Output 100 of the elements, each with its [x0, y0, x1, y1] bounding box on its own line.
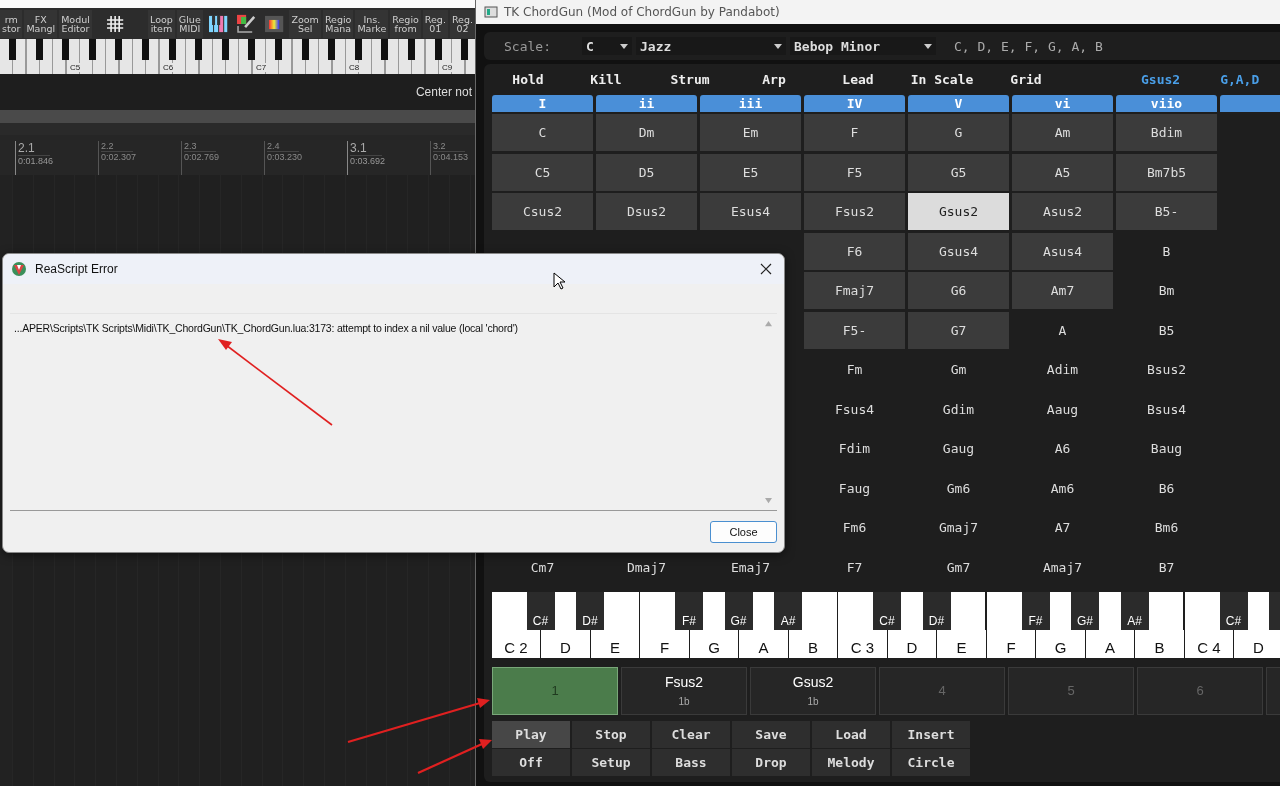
chord-button[interactable]: Baug — [1116, 430, 1217, 467]
chord-button[interactable]: Asus2 — [1012, 193, 1113, 230]
chord-button[interactable]: Csus2 — [492, 193, 593, 230]
chord-button[interactable]: F6 — [804, 232, 905, 270]
chord-button[interactable]: Dmaj7 — [596, 548, 697, 586]
chord-button[interactable]: Cm7 — [492, 548, 593, 586]
toggle-button[interactable]: In Scale — [900, 71, 984, 87]
toolbar-button[interactable]: Glue MIDI — [176, 9, 203, 38]
piano-sharp-key[interactable]: D# — [576, 591, 604, 630]
chord-button[interactable]: D5 — [596, 153, 697, 191]
close-button[interactable]: Close — [710, 521, 777, 543]
piano-sharp-key[interactable]: C# — [526, 591, 555, 630]
chord-button[interactable]: G — [908, 114, 1009, 151]
toolbar-button[interactable]: Ins. Marke — [355, 9, 389, 38]
piano-sharp-key[interactable]: C# — [873, 591, 901, 630]
chord-button[interactable]: Fm — [804, 351, 905, 388]
chord-slot[interactable]: Fsus2 1b — [621, 666, 747, 715]
chord-button[interactable]: Amaj7 — [1012, 548, 1113, 586]
chord-button[interactable]: Gm7 — [908, 548, 1009, 586]
chord-button[interactable]: Faug — [804, 469, 905, 507]
piano-sharp-key[interactable]: F# — [675, 591, 703, 630]
piano-sharp-key[interactable]: F# — [1021, 591, 1050, 630]
scale-mode-dropdown[interactable]: Bebop Minor — [790, 37, 936, 55]
chord-button[interactable]: Am — [1012, 114, 1113, 151]
chord-button[interactable]: Dm — [596, 114, 697, 151]
toolbar-button[interactable]: rm stor — [0, 9, 23, 38]
chord-button[interactable]: Fdim — [804, 430, 905, 467]
chord-button[interactable]: Emaj7 — [700, 548, 801, 586]
toolbar-button[interactable]: Regio Mana — [322, 9, 354, 38]
chord-button[interactable]: Gm — [908, 351, 1009, 388]
chord-button[interactable]: B7 — [1116, 548, 1217, 586]
piano-sharp-key[interactable]: G# — [724, 591, 753, 630]
toggle-button[interactable]: Strum — [648, 71, 732, 87]
chord-button[interactable]: E5 — [700, 153, 801, 191]
chord-button[interactable]: C5 — [492, 153, 593, 191]
chord-button[interactable]: A7 — [1012, 509, 1113, 546]
chord-button[interactable]: Asus4 — [1012, 232, 1113, 270]
toolbar-button[interactable]: Zoom Sel — [289, 9, 321, 38]
caret-icon[interactable] — [620, 43, 628, 49]
chord-button[interactable]: Dsus2 — [596, 193, 697, 230]
chord-button[interactable]: G7 — [908, 311, 1009, 349]
action-button[interactable]: Clear — [652, 720, 730, 748]
chord-button[interactable]: A5 — [1012, 153, 1113, 191]
chord-slot[interactable]: Gsus2 1b — [750, 666, 876, 715]
chord-button[interactable]: Bdim — [1116, 114, 1217, 151]
scale-type-dropdown[interactable]: Jazz — [636, 37, 786, 55]
piano-sharp-key[interactable]: A# — [1120, 591, 1149, 630]
piano-sharp-key[interactable]: A# — [774, 591, 802, 630]
chord-button[interactable]: Fsus2 — [804, 193, 905, 230]
chord-button[interactable]: F7 — [804, 548, 905, 586]
chord-button[interactable]: F5 — [804, 153, 905, 191]
action-button[interactable]: Load — [812, 720, 890, 748]
chord-button[interactable]: Gsus4 — [908, 232, 1009, 270]
chord-button[interactable]: Esus4 — [700, 193, 801, 230]
chord-button[interactable]: F — [804, 114, 905, 151]
scroll-bar[interactable] — [0, 110, 475, 123]
chord-button[interactable]: B6 — [1116, 469, 1217, 507]
chord-button[interactable]: G6 — [908, 272, 1009, 309]
toggle-button[interactable]: Grid — [984, 71, 1068, 87]
chord-button[interactable]: Em — [700, 114, 801, 151]
action-button[interactable]: Melody — [812, 748, 890, 776]
toolbar-button[interactable]: Modul Editor — [59, 9, 92, 38]
action-button[interactable]: Insert — [892, 720, 970, 748]
action-button[interactable]: Save — [732, 720, 810, 748]
chord-button[interactable]: Bm7b5 — [1116, 153, 1217, 191]
chord-button[interactable]: Bsus2 — [1116, 351, 1217, 388]
chord-button[interactable]: Bsus4 — [1116, 390, 1217, 428]
chord-button[interactable]: Fm6 — [804, 509, 905, 546]
chord-button[interactable]: F5- — [804, 311, 905, 349]
chord-button[interactable]: C — [492, 114, 593, 151]
chord-button[interactable]: Gmaj7 — [908, 509, 1009, 546]
chord-button[interactable]: Am7 — [1012, 272, 1113, 309]
chord-button[interactable]: A6 — [1012, 430, 1113, 467]
chord-button[interactable]: B5- — [1116, 193, 1217, 230]
chord-button[interactable]: B — [1116, 232, 1217, 270]
chord-button[interactable]: Fmaj7 — [804, 272, 905, 309]
chord-button[interactable]: A — [1012, 311, 1113, 349]
action-button[interactable]: Bass — [652, 748, 730, 776]
action-button[interactable]: Drop — [732, 748, 810, 776]
toolbar-button[interactable]: Loop item — [148, 9, 175, 38]
toggle-button[interactable]: Kill — [564, 71, 648, 87]
action-button[interactable]: Stop — [572, 720, 650, 748]
action-button[interactable]: Play — [492, 720, 570, 748]
chord-button[interactable]: Fsus4 — [804, 390, 905, 428]
chord-button[interactable]: Bm — [1116, 272, 1217, 309]
chord-button[interactable]: Bm6 — [1116, 509, 1217, 546]
chord-button[interactable]: Aaug — [1012, 390, 1113, 428]
chord-button[interactable]: G5 — [908, 153, 1009, 191]
chord-button[interactable]: Gm6 — [908, 469, 1009, 507]
close-icon[interactable] — [760, 263, 772, 275]
chord-button[interactable]: Am6 — [1012, 469, 1113, 507]
toolbar-button[interactable]: Regio from — [390, 9, 421, 38]
toolbar-button[interactable]: Reg. 01 — [422, 9, 448, 38]
chord-button[interactable]: Gdim — [908, 390, 1009, 428]
piano-sharp-key[interactable]: G# — [1071, 591, 1099, 630]
toolbar-button[interactable]: FX Mangl — [24, 9, 58, 38]
toolbar-button[interactable]: Reg. 02 — [449, 9, 475, 38]
toggle-button[interactable]: Arp — [732, 71, 816, 87]
action-button[interactable]: Off — [492, 748, 570, 776]
action-button[interactable]: Circle — [892, 748, 970, 776]
